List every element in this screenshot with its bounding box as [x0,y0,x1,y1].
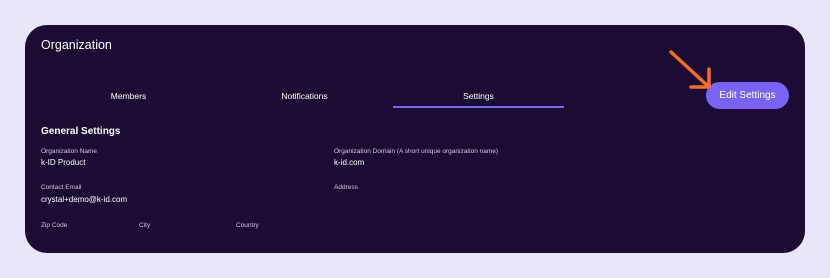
org-name-value: k-ID Product [41,158,86,167]
org-domain-value: k-id.com [334,158,365,167]
org-domain-label: Organization Domain (A short unique orga… [334,148,499,155]
contact-email-value: crystal+demo@k-id.com [41,195,128,204]
tab-members[interactable]: Members [43,91,214,101]
tab-notifications[interactable]: Notifications [219,91,390,101]
section-title: General Settings [41,126,121,137]
zip-code-label: Zip Code [41,222,68,229]
country-label: Country [236,222,259,229]
city-label: City [139,222,151,229]
tab-settings[interactable]: Settings [393,91,564,101]
arrow-pointer-icon [669,50,711,89]
address-label: Address [334,184,358,191]
org-name-label: Organization Name [41,148,97,155]
organization-card: Organization Members Notifications Setti… [25,25,805,253]
page-title: Organization [41,38,112,52]
active-tab-indicator [393,106,564,108]
contact-email-label: Contact Email [41,184,82,191]
